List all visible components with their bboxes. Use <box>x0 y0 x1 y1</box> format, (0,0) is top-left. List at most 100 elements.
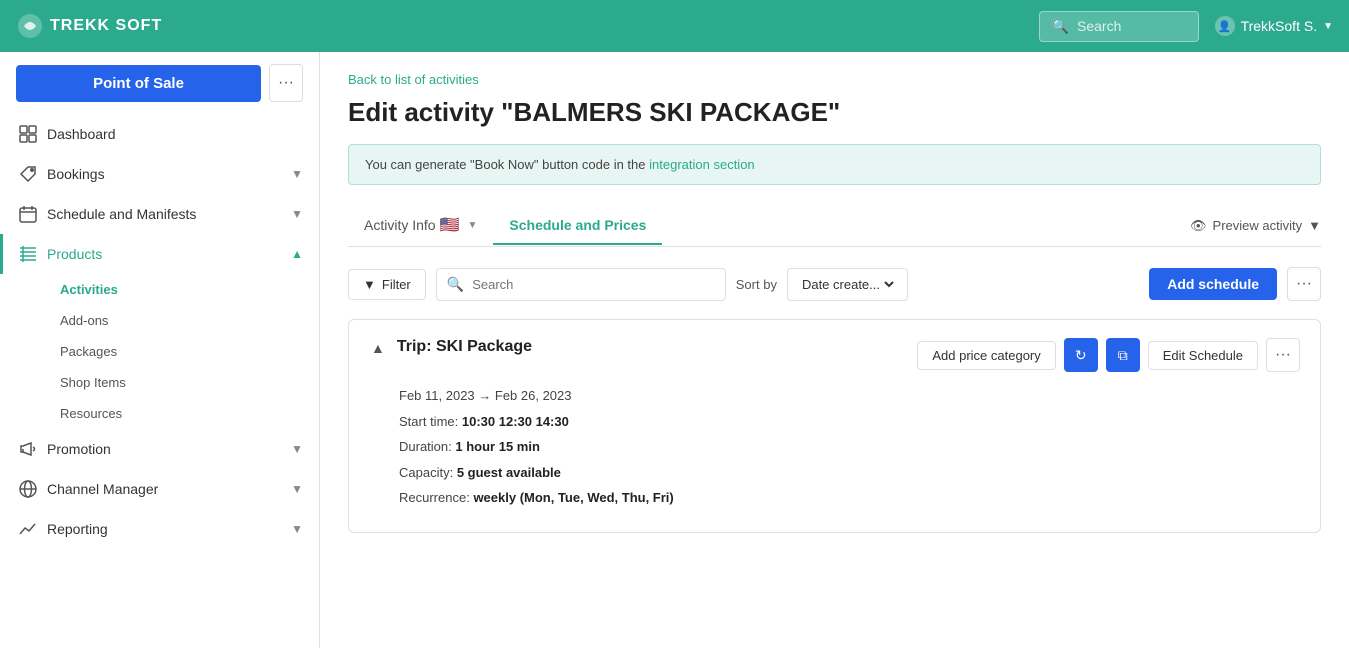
pos-more-button[interactable]: ··· <box>269 64 303 102</box>
reporting-label: Reporting <box>47 521 281 537</box>
start-time-value: 10:30 12:30 14:30 <box>462 414 569 429</box>
filter-icon: ▼ <box>363 277 376 292</box>
filter-button[interactable]: ▼ Filter <box>348 269 426 300</box>
channel-label: Channel Manager <box>47 481 281 497</box>
main-content: Back to list of activities Edit activity… <box>320 52 1349 648</box>
schedule-collapse-button[interactable]: ▲ <box>369 338 387 358</box>
start-time-label: Start time: <box>399 414 458 429</box>
activity-info-chevron-icon: ▼ <box>468 220 478 231</box>
capacity-label: Capacity: <box>399 465 453 480</box>
recurrence-row: Recurrence: weekly (Mon, Tue, Wed, Thu, … <box>399 488 1300 508</box>
topnav-right: 🔍 👤 TrekkSoft S. ▼ <box>1039 11 1333 42</box>
page-title: Edit activity "BALMERS SKI PACKAGE" <box>348 97 1321 128</box>
more-options-icon: ··· <box>1296 275 1312 293</box>
main-layout: Point of Sale ··· Dashboard <box>0 52 1349 648</box>
add-price-category-button[interactable]: Add price category <box>917 341 1055 370</box>
search-input[interactable] <box>1077 18 1186 34</box>
sidebar-item-addons[interactable]: Add-ons <box>44 305 319 336</box>
sidebar-item-reporting[interactable]: Reporting ▼ <box>0 509 319 549</box>
search-icon: 🔍 <box>1052 18 1069 35</box>
sidebar-item-schedule[interactable]: Schedule and Manifests ▼ <box>0 194 319 234</box>
preview-label: Preview activity <box>1213 218 1303 233</box>
grid-icon <box>19 125 37 143</box>
flag-icon: 🇺🇸 <box>440 215 460 235</box>
sidebar-item-activities[interactable]: Activities <box>44 274 319 305</box>
schedule-header: ▲ Trip: SKI Package Add price category ↻… <box>369 338 1300 372</box>
sidebar-item-shop-items[interactable]: Shop Items <box>44 367 319 398</box>
eye-icon: 👁 <box>1190 218 1207 234</box>
sort-label: Sort by <box>736 277 777 292</box>
tab-activity-info[interactable]: Activity Info 🇺🇸 ▼ <box>348 205 493 247</box>
add-schedule-button[interactable]: Add schedule <box>1149 268 1277 300</box>
sidebar-item-promotion[interactable]: Promotion ▼ <box>0 429 319 469</box>
products-label: Products <box>47 246 281 262</box>
schedule-chevron-icon: ▼ <box>291 207 303 221</box>
integration-section-link[interactable]: integration section <box>649 157 755 172</box>
schedule-search-input[interactable] <box>472 277 715 292</box>
preview-activity-button[interactable]: 👁 Preview activity ▼ <box>1190 218 1321 234</box>
sidebar: Point of Sale ··· Dashboard <box>0 52 320 648</box>
tabs-bar: Activity Info 🇺🇸 ▼ Schedule and Prices 👁… <box>348 205 1321 247</box>
chart-icon <box>19 520 37 538</box>
schedule-actions: Add price category ↻ ⧉ Edit Schedule ··· <box>917 338 1300 372</box>
recurrence-label: Recurrence: <box>399 490 470 505</box>
tab-schedule-prices[interactable]: Schedule and Prices <box>493 207 662 245</box>
reporting-chevron-icon: ▼ <box>291 522 303 536</box>
sidebar-item-resources[interactable]: Resources <box>44 398 319 429</box>
user-chevron-icon: ▼ <box>1323 21 1333 32</box>
pos-area: Point of Sale ··· <box>16 64 303 102</box>
products-submenu: Activities Add-ons Packages Shop Items R… <box>0 274 319 429</box>
duplicate-button[interactable]: ⧉ <box>1106 338 1140 372</box>
point-of-sale-button[interactable]: Point of Sale <box>16 65 261 102</box>
capacity-row: Capacity: 5 guest available <box>399 463 1300 483</box>
sidebar-item-bookings[interactable]: Bookings ▼ <box>0 154 319 194</box>
megaphone-icon <box>19 440 37 458</box>
dashboard-label: Dashboard <box>47 126 303 142</box>
schedule-prices-label: Schedule and Prices <box>509 217 646 233</box>
sidebar-item-packages[interactable]: Packages <box>44 336 319 367</box>
global-search[interactable]: 🔍 <box>1039 11 1199 42</box>
sort-dropdown[interactable]: Date create... <box>798 276 897 293</box>
channel-chevron-icon: ▼ <box>291 482 303 496</box>
copy-icon: ⧉ <box>1118 347 1128 364</box>
capacity-value: 5 guest available <box>457 465 561 480</box>
user-label: TrekkSoft S. <box>1241 18 1318 34</box>
edit-schedule-button[interactable]: Edit Schedule <box>1148 341 1258 370</box>
calendar-icon <box>19 205 37 223</box>
breadcrumb[interactable]: Back to list of activities <box>348 72 1321 87</box>
user-menu[interactable]: 👤 TrekkSoft S. ▼ <box>1215 16 1333 36</box>
sidebar-item-channel[interactable]: Channel Manager ▼ <box>0 469 319 509</box>
globe-icon <box>19 480 37 498</box>
bookings-label: Bookings <box>47 166 281 182</box>
more-options-button[interactable]: ··· <box>1287 267 1321 301</box>
duration-label: Duration: <box>399 439 452 454</box>
schedule-label: Schedule and Manifests <box>47 206 281 222</box>
filter-label: Filter <box>382 277 411 292</box>
sidebar-item-products[interactable]: Products ▲ <box>0 234 319 274</box>
recurrence-value: weekly (Mon, Tue, Wed, Thu, Fri) <box>473 490 673 505</box>
tabs-left: Activity Info 🇺🇸 ▼ Schedule and Prices <box>348 205 662 246</box>
search-icon: 🔍 <box>447 276 464 293</box>
duration-value: 1 hour 15 min <box>455 439 540 454</box>
bookings-chevron-icon: ▼ <box>291 167 303 181</box>
date-range-value: Feb 11, 2023 → Feb 26, 2023 <box>399 388 572 403</box>
start-time-row: Start time: 10:30 12:30 14:30 <box>399 412 1300 432</box>
sidebar-item-dashboard[interactable]: Dashboard <box>0 114 319 154</box>
date-range-row: Feb 11, 2023 → Feb 26, 2023 <box>399 386 1300 406</box>
tag-icon <box>19 165 37 183</box>
schedule-search[interactable]: 🔍 <box>436 268 726 301</box>
schedule-more-icon: ··· <box>1275 346 1291 364</box>
schedule-details: Feb 11, 2023 → Feb 26, 2023 Start time: … <box>369 386 1300 508</box>
logo-text: TREKK SOFT <box>50 17 162 35</box>
logo-icon <box>16 12 44 40</box>
filter-row: ▼ Filter 🔍 Sort by Date create... Add sc… <box>348 267 1321 301</box>
topnav: TREKK SOFT 🔍 👤 TrekkSoft S. ▼ <box>0 0 1349 52</box>
refresh-button[interactable]: ↻ <box>1064 338 1098 372</box>
user-icon: 👤 <box>1215 16 1235 36</box>
schedule-card: ▲ Trip: SKI Package Add price category ↻… <box>348 319 1321 533</box>
preview-chevron-icon: ▼ <box>1308 218 1321 233</box>
products-chevron-icon: ▲ <box>291 247 303 261</box>
promotion-chevron-icon: ▼ <box>291 442 303 456</box>
sort-select[interactable]: Date create... <box>787 268 908 301</box>
schedule-more-options-button[interactable]: ··· <box>1266 338 1300 372</box>
